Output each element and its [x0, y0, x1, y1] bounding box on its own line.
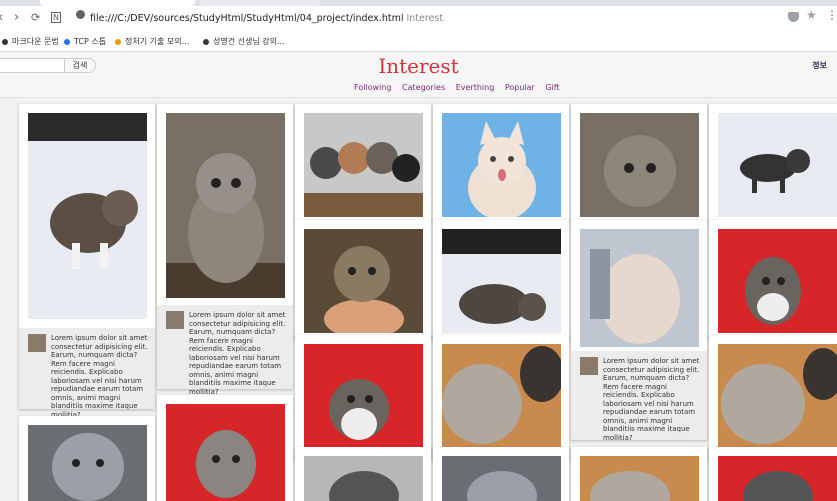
pin-card[interactable] [709, 335, 837, 460]
pin-card[interactable] [295, 447, 431, 501]
pin-card[interactable] [295, 220, 431, 340]
kitten-photo [718, 229, 837, 333]
pin-card[interactable]: Lorem ipsum dolor sit amet consectetur a… [571, 220, 707, 442]
bookmark-favicon-icon [203, 38, 209, 45]
kitten-photo [718, 113, 837, 217]
kitten-photo [580, 229, 699, 347]
address-bar[interactable]: file:///C:/DEV/sources/StudyHtml/StudyHt… [90, 9, 790, 28]
kitten-photo [442, 229, 561, 333]
search-button[interactable]: 검색 [64, 58, 96, 73]
kitten-photo [28, 425, 147, 501]
pin-card[interactable] [709, 447, 837, 501]
url-title-suffix: Interest [406, 13, 444, 24]
pin-card[interactable] [433, 220, 569, 340]
search-input[interactable] [0, 58, 66, 73]
pin-card[interactable] [571, 104, 707, 222]
pin-card[interactable] [295, 335, 431, 460]
site-logo[interactable]: Interest [0, 52, 837, 80]
kitten-photo [304, 229, 423, 333]
kitten-photo [166, 404, 285, 501]
url-text: file:///C:/DEV/sources/StudyHtml/StudyHt… [90, 13, 404, 24]
kitten-photo [442, 344, 561, 450]
avatar [166, 311, 184, 329]
pin-info: Lorem ipsum dolor sit amet consectetur a… [571, 351, 707, 442]
kitten-photo [304, 456, 423, 501]
bookmark-item[interactable]: 정처기 기출 모의... [115, 36, 189, 47]
extension-icon[interactable] [788, 12, 799, 22]
pin-card[interactable] [295, 104, 431, 222]
kitten-photo [580, 113, 699, 217]
kitten-photo [304, 344, 423, 450]
bookmark-favicon-icon [115, 38, 121, 45]
pin-card[interactable] [433, 447, 569, 501]
pin-info: Lorem ipsum dolor sit amet consectetur a… [19, 328, 155, 419]
nav-everthing[interactable]: Everthing [456, 83, 495, 92]
kitten-photo [580, 456, 699, 501]
pin-card[interactable] [571, 447, 707, 501]
pin-card[interactable] [19, 416, 155, 501]
pin-card[interactable] [709, 220, 837, 340]
kitten-photo [442, 456, 561, 501]
pin-description: Lorem ipsum dolor sit amet consectetur a… [189, 311, 286, 396]
bookmarks-bar: 마크다운 문법 TCP 스톱 정처기 기출 모의... 성명건 선생님 강의..… [0, 31, 837, 52]
home-icon[interactable]: N [51, 12, 61, 23]
bookmark-favicon-icon [64, 38, 70, 45]
nav-popular[interactable]: Popular [505, 83, 535, 92]
browser-toolbar: ‹ › ⟳ N file:///C:/DEV/sources/StudyHtml… [0, 6, 837, 31]
pin-card[interactable]: Lorem ipsum dolor sit amet consectetur a… [157, 104, 293, 396]
pin-grid: Lorem ipsum dolor sit amet consectetur a… [0, 99, 837, 501]
star-icon[interactable]: ★ [806, 8, 817, 22]
forward-icon[interactable]: › [14, 11, 19, 25]
category-nav: Following Categories Everthing Popular G… [354, 83, 568, 92]
kitten-photo [718, 344, 837, 450]
bookmark-item[interactable]: 마크다운 문법 [2, 36, 59, 47]
bookmark-favicon-icon [2, 38, 8, 45]
pin-card[interactable] [433, 104, 569, 222]
kitten-photo [718, 456, 837, 501]
pin-card[interactable] [157, 395, 293, 501]
bookmark-item[interactable]: 성명건 선생님 강의... [203, 36, 285, 47]
user-info-link[interactable]: 정보 [812, 60, 827, 71]
kitten-photo [304, 113, 423, 217]
pin-card[interactable] [433, 335, 569, 460]
pin-description: Lorem ipsum dolor sit amet consectetur a… [51, 334, 148, 419]
kitten-photo [166, 113, 285, 298]
info-icon[interactable] [76, 10, 85, 19]
nav-following[interactable]: Following [354, 83, 391, 92]
pin-description: Lorem ipsum dolor sit amet consectetur a… [603, 357, 700, 442]
back-icon[interactable]: ‹ [0, 11, 3, 25]
kitten-photo [28, 113, 147, 319]
bookmark-item[interactable]: TCP 스톱 [64, 36, 106, 47]
avatar [28, 334, 46, 352]
menu-icon[interactable]: ⋮ [826, 8, 837, 22]
nav-categories[interactable]: Categories [402, 83, 445, 92]
pin-card[interactable]: Lorem ipsum dolor sit amet consectetur a… [19, 104, 155, 419]
pin-card[interactable] [709, 104, 837, 222]
kitten-photo [442, 113, 561, 217]
nav-gift[interactable]: Gift [545, 83, 559, 92]
avatar [580, 357, 598, 375]
pin-info: Lorem ipsum dolor sit amet consectetur a… [157, 305, 293, 396]
reload-icon[interactable]: ⟳ [31, 11, 40, 25]
site-header: 검색 Interest 정보 Following Categories Ever… [0, 52, 837, 98]
